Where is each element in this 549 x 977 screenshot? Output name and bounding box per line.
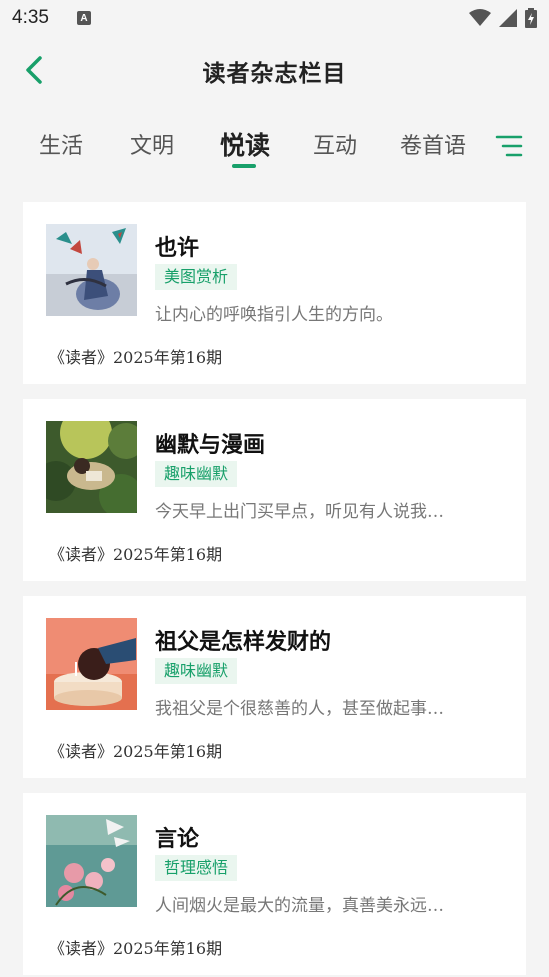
page-title: 读者杂志栏目 <box>202 61 347 87</box>
head-on-cake-illustration <box>46 618 137 710</box>
category-tabs: 生活 文明 悦读 互动 卷首语 <box>0 112 549 176</box>
article-tag: 趣味幽默 <box>155 658 238 684</box>
article-summary: 我祖父是个很慈善的人，甚至做起事… <box>155 699 444 719</box>
tab-interaction[interactable]: 互动 <box>313 128 357 160</box>
tab-preface[interactable]: 卷首语 <box>400 128 466 160</box>
article-title: 言论 <box>155 827 200 852</box>
signal-icon <box>499 9 517 27</box>
active-tab-indicator <box>232 164 256 168</box>
article-source: 《读者》2025年第16期 <box>49 742 223 761</box>
menu-button[interactable] <box>494 132 524 160</box>
article-title: 也许 <box>155 236 200 261</box>
article-source: 《读者》2025年第16期 <box>49 348 223 367</box>
header-bar: 读者杂志栏目 <box>0 36 549 106</box>
article-source: 《读者》2025年第16期 <box>49 939 223 958</box>
chevron-left-icon <box>26 56 42 84</box>
article-summary: 让内心的呼唤指引人生的方向。 <box>155 305 393 325</box>
battery-icon <box>525 8 537 28</box>
article-thumbnail <box>46 421 137 513</box>
status-icons <box>469 8 537 28</box>
article-summary: 人间烟火是最大的流量，真善美永远… <box>155 896 444 916</box>
article-source: 《读者》2025年第16期 <box>49 545 223 564</box>
flowers-and-birds-illustration <box>46 815 137 907</box>
wifi-icon <box>469 9 491 26</box>
back-button[interactable] <box>18 54 50 86</box>
tab-civilization[interactable]: 文明 <box>130 128 174 160</box>
kite-girl-illustration <box>46 224 137 316</box>
article-card[interactable]: 幽默与漫画 趣味幽默 今天早上出门买早点，听见有人说我… 《读者》2025年第1… <box>23 399 526 581</box>
article-card[interactable]: 言论 哲理感悟 人间烟火是最大的流量，真善美永远… 《读者》2025年第16期 <box>23 793 526 975</box>
tab-reading[interactable]: 悦读 <box>220 126 270 162</box>
article-thumbnail <box>46 224 137 316</box>
reading-in-forest-illustration <box>46 421 137 513</box>
article-thumbnail <box>46 815 137 907</box>
article-summary: 今天早上出门买早点，听见有人说我… <box>155 502 444 522</box>
article-title: 祖父是怎样发财的 <box>155 630 332 655</box>
article-tag: 趣味幽默 <box>155 461 238 487</box>
article-tag: 哲理感悟 <box>155 855 238 881</box>
article-card[interactable]: 也许 美图赏析 让内心的呼唤指引人生的方向。 《读者》2025年第16期 <box>23 202 526 384</box>
article-title: 幽默与漫画 <box>155 433 266 458</box>
article-tag: 美图赏析 <box>155 264 238 290</box>
article-thumbnail <box>46 618 137 710</box>
menu-icon <box>495 135 523 157</box>
status-bar: 4:35 A <box>0 0 549 36</box>
tab-life[interactable]: 生活 <box>39 128 83 160</box>
article-card[interactable]: 祖父是怎样发财的 趣味幽默 我祖父是个很慈善的人，甚至做起事… 《读者》2025… <box>23 596 526 778</box>
status-time: 4:35 <box>12 7 49 28</box>
a-icon: A <box>76 11 91 25</box>
